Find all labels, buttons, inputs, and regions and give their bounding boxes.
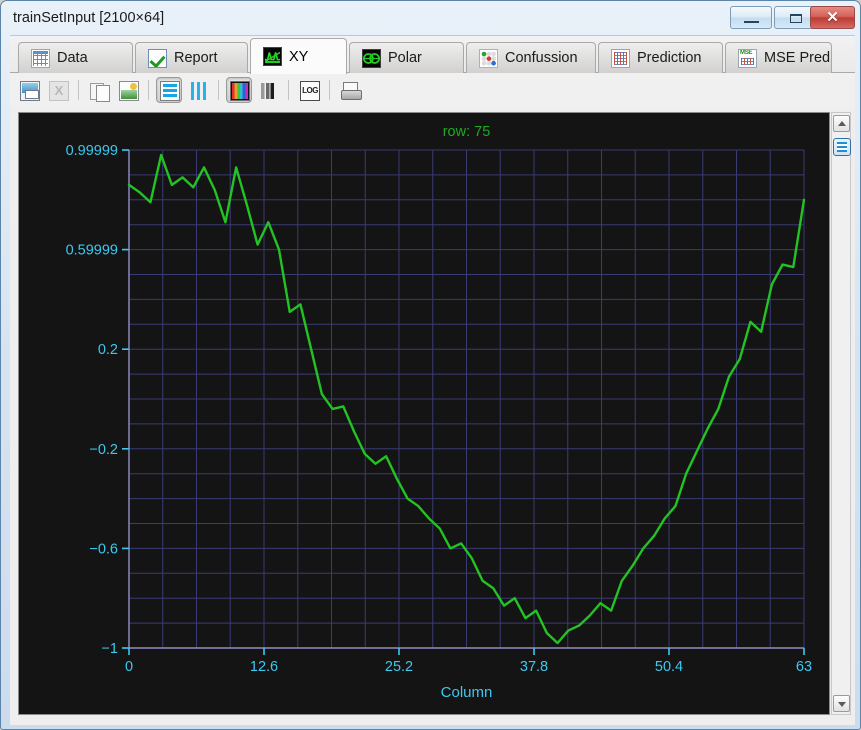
tab-prediction[interactable]: Prediction — [598, 42, 723, 73]
tab-report[interactable]: Report — [135, 42, 248, 73]
tab-label: Polar — [388, 50, 422, 66]
tab-mse-pred[interactable]: MSE Pred — [725, 42, 832, 73]
minimize-icon — [744, 21, 759, 23]
copy-data-button[interactable] — [86, 77, 112, 103]
row-list-button[interactable] — [833, 138, 851, 156]
tab-label: Confussion — [505, 50, 578, 66]
print-button[interactable] — [337, 77, 363, 103]
export-excel-button: X — [45, 77, 71, 103]
triangle-down-icon — [838, 702, 846, 707]
client-area: Data Report XY Polar Confussion Prediction MSE… — [10, 35, 855, 725]
tab-label: Data — [57, 50, 88, 66]
minimize-button[interactable] — [730, 6, 772, 29]
application-window: trainSetInput [2100×64] ✕ Data Report XY Po… — [0, 0, 861, 730]
toolbar-separator — [218, 80, 219, 100]
tab-label: Prediction — [637, 50, 702, 66]
window-title: trainSetInput [2100×64] — [13, 10, 165, 26]
chart-title: row: 75 — [443, 124, 491, 140]
plot-sidebar — [831, 112, 851, 715]
tab-label: Report — [174, 50, 218, 66]
log-scale-icon: LOG — [300, 81, 320, 101]
printer-icon — [341, 81, 362, 101]
column-view-button[interactable] — [185, 77, 211, 103]
mse-grid-icon — [738, 48, 757, 68]
scroll-down-button[interactable] — [833, 695, 850, 712]
tab-data[interactable]: Data — [18, 42, 133, 73]
y-tick-label: 0.59999 — [66, 243, 118, 259]
x-tick-label: 25.2 — [385, 659, 413, 675]
x-tick-label: 37.8 — [520, 659, 548, 675]
x-tick-label: 50.4 — [655, 659, 683, 675]
tab-xy[interactable]: XY — [250, 38, 347, 74]
x-tick-label: 63 — [796, 659, 812, 675]
color-map-button[interactable] — [226, 77, 252, 103]
table-grid-icon — [31, 48, 50, 68]
polar-plot-icon — [362, 48, 381, 68]
color-bars-icon — [230, 81, 250, 101]
tab-confussion[interactable]: Confussion — [466, 42, 596, 73]
toolbar-separator — [148, 80, 149, 100]
close-icon: ✕ — [826, 9, 839, 26]
x-tick-label: 12.6 — [250, 659, 278, 675]
y-tick-label: 0.99999 — [66, 143, 118, 159]
y-tick-label: −0.6 — [89, 541, 118, 557]
check-mark-icon — [148, 48, 167, 68]
tab-strip: Data Report XY Polar Confussion Prediction MSE… — [10, 36, 855, 74]
xy-plot-panel[interactable]: 0.99999 0.59999 0.2 −0.2 −0.6 −1 0 12.6 25.2 37.8… — [18, 112, 830, 715]
close-button[interactable]: ✕ — [810, 6, 855, 29]
save-image-icon — [20, 81, 40, 101]
row-view-button[interactable] — [156, 77, 182, 103]
tab-polar[interactable]: Polar — [349, 42, 464, 73]
toolbar-separator — [78, 80, 79, 100]
x-tick-label: 0 — [125, 659, 133, 675]
copy-image-button[interactable] — [115, 77, 141, 103]
tab-label: MSE Pred — [764, 50, 831, 66]
chart-background — [19, 113, 829, 714]
tab-label: XY — [289, 48, 309, 65]
maximize-icon — [790, 14, 802, 23]
title-bar: trainSetInput [2100×64] ✕ — [5, 5, 856, 35]
gray-bars-icon — [259, 81, 279, 101]
scroll-up-button[interactable] — [833, 115, 850, 132]
toolbar-separator — [329, 80, 330, 100]
toolbar-separator — [288, 80, 289, 100]
triangle-up-icon — [838, 121, 846, 126]
gray-map-button[interactable] — [255, 77, 281, 103]
confusion-dots-icon — [479, 48, 498, 68]
xy-waveform-icon — [263, 47, 282, 66]
vertical-bars-icon — [189, 81, 209, 101]
xy-line-chart: 0.99999 0.59999 0.2 −0.2 −0.6 −1 0 12.6 25.2 37.8… — [19, 113, 829, 714]
prediction-grid-icon — [611, 48, 630, 68]
excel-export-icon: X — [49, 81, 69, 101]
copy-image-icon — [119, 81, 139, 101]
toolbar: X LOG — [10, 73, 855, 107]
save-image-button[interactable] — [16, 77, 42, 103]
copy-pages-icon — [90, 81, 110, 102]
y-tick-label: 0.2 — [98, 342, 118, 358]
log-scale-button[interactable]: LOG — [296, 77, 322, 103]
x-axis-label: Column — [441, 684, 493, 701]
window-inner: trainSetInput [2100×64] ✕ Data Report XY Po… — [5, 5, 856, 726]
horizontal-bars-icon — [160, 81, 180, 101]
y-tick-label: −1 — [101, 641, 118, 657]
y-tick-label: −0.2 — [89, 442, 118, 458]
